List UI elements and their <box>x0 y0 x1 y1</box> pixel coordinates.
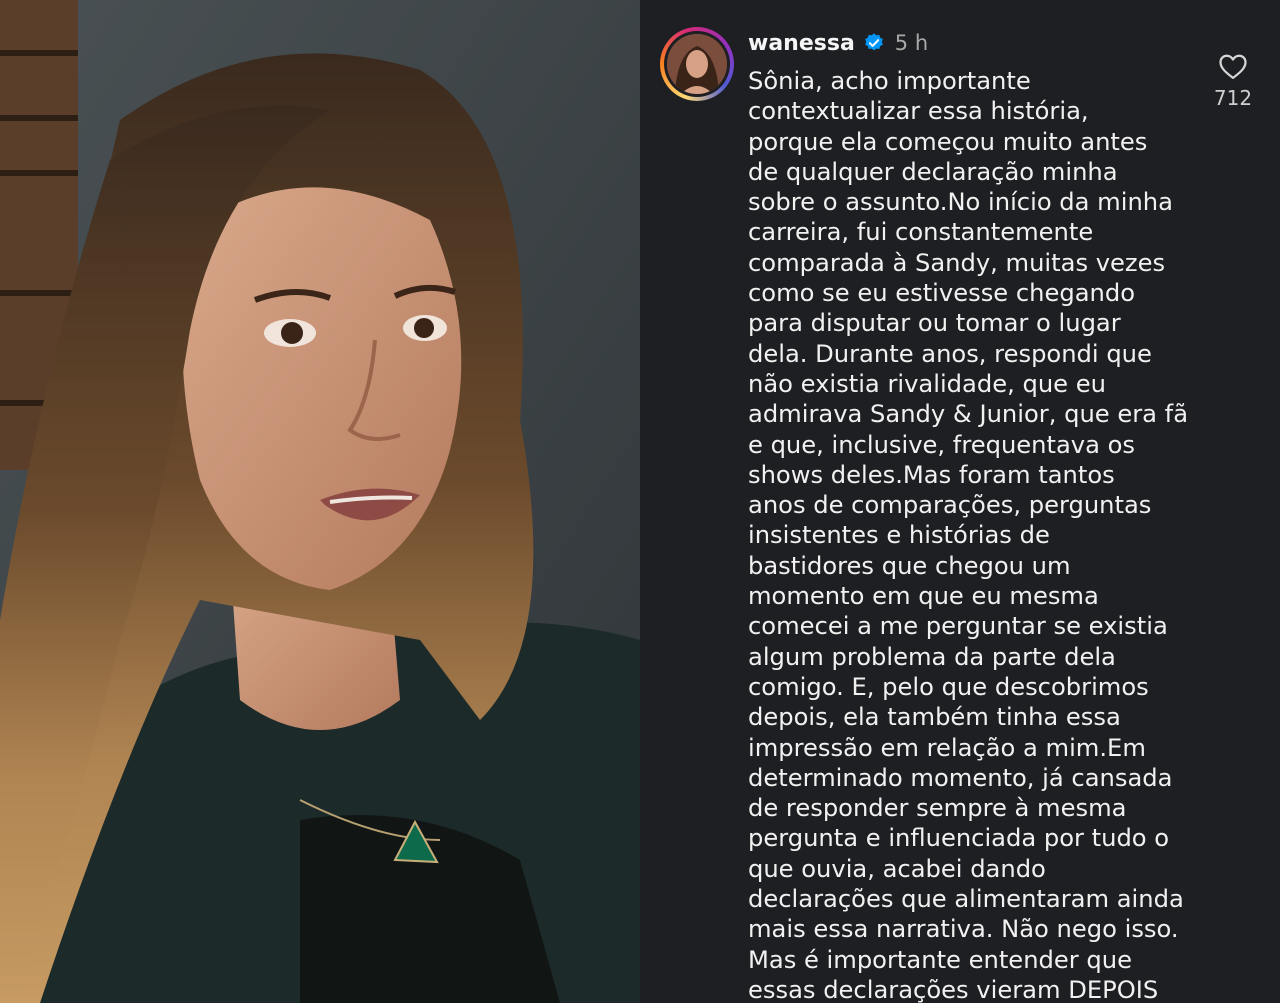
comment-line: momento em que eu mesma <box>748 582 1099 611</box>
comment-line: sobre o assunto.No início da minha <box>748 188 1173 217</box>
comment-line: essas declarações vieram DEPOIS <box>748 975 1159 1003</box>
comment-line: comigo. E, pelo que descobrimos <box>748 672 1149 701</box>
comment-line: determinado momento, já cansada <box>748 763 1173 792</box>
comment-line: para disputar ou tomar o lugar <box>748 309 1121 338</box>
comment-line: mais essa narrativa. Não nego isso. <box>748 915 1179 944</box>
comment-line: contextualizar essa história, <box>748 97 1089 126</box>
avatar-image <box>667 34 727 94</box>
comment-line: pergunta e influenciada por tudo o <box>748 824 1170 853</box>
comment-line: impressão em relação a mim.Em <box>748 733 1146 762</box>
comment-line: carreira, fui constantemente <box>748 218 1094 247</box>
comment-line: de responder sempre à mesma <box>748 794 1127 823</box>
comment-line: que ouvia, acabei dando <box>748 854 1046 883</box>
comment-line: e que, inclusive, frequentava os <box>748 430 1136 459</box>
comment-line: bastidores que chegou um <box>748 551 1071 580</box>
woman-portrait-image <box>0 0 640 1003</box>
comment-line: depois, ela também tinha essa <box>748 703 1121 732</box>
comment-line: dela. Durante anos, respondi que <box>748 339 1152 368</box>
verified-badge-icon <box>863 32 885 54</box>
like-button[interactable]: 712 <box>1210 52 1256 110</box>
comment-line: declarações que alimentaram ainda <box>748 885 1184 914</box>
avatar[interactable] <box>667 34 727 94</box>
comment-header: wanessa 5 h <box>748 28 928 58</box>
comment-line: comparada à Sandy, muitas vezes <box>748 248 1166 277</box>
timestamp: 5 h <box>894 31 929 55</box>
username[interactable]: wanessa <box>748 31 855 56</box>
like-count: 712 <box>1213 86 1253 110</box>
comment-line: admirava Sandy & Junior, que era fã <box>748 400 1189 429</box>
comment-line: não existia rivalidade, que eu <box>748 369 1106 398</box>
story-ring[interactable] <box>660 27 734 101</box>
comment-panel: wanessa 5 h Sônia, acho importante contex… <box>640 0 1280 1003</box>
comment-line: Sônia, acho importante <box>748 67 1031 95</box>
comment-line: insistentes e histórias de <box>748 521 1050 550</box>
heart-outline-icon[interactable] <box>1218 52 1248 80</box>
comment-line: Mas é importante entender que <box>748 945 1132 974</box>
comment-line: porque ela começou muito antes <box>748 127 1148 156</box>
post-photo <box>0 0 640 1003</box>
comment-line: como se eu estivesse chegando <box>748 279 1136 308</box>
comment-line: algum problema da parte dela <box>748 642 1116 671</box>
comment-line: anos de comparações, perguntas <box>748 491 1152 520</box>
comment-text: Sônia, acho importante contextualizar ess… <box>748 66 1203 1003</box>
comment-line: de qualquer declaração minha <box>748 157 1118 186</box>
comment-line: shows deles.Mas foram tantos <box>748 460 1115 489</box>
comment-line: comecei a me perguntar se existia <box>748 612 1168 641</box>
